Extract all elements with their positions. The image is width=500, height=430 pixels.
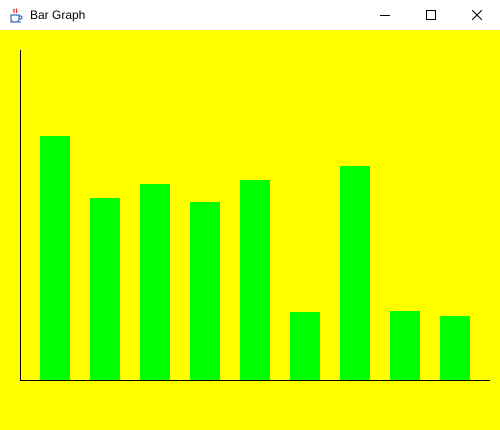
bar-9 [440, 316, 470, 380]
bar-7 [340, 166, 370, 380]
bar-2 [90, 198, 120, 380]
app-window: Bar Graph [0, 0, 500, 430]
close-icon [472, 10, 482, 20]
title-bar[interactable]: Bar Graph [0, 0, 500, 30]
java-cup-icon [10, 8, 23, 23]
close-button[interactable] [454, 0, 500, 30]
bar-4 [190, 202, 220, 380]
bar-3 [140, 184, 170, 380]
graph-panel [0, 30, 500, 430]
maximize-icon [426, 10, 436, 20]
bar-8 [390, 311, 420, 380]
minimize-icon [380, 15, 390, 16]
window-title: Bar Graph [30, 8, 86, 22]
bar-5 [240, 180, 270, 380]
bar-chart [20, 50, 490, 381]
bar-6 [290, 312, 320, 380]
bar-1 [40, 136, 70, 380]
minimize-button[interactable] [362, 0, 408, 30]
maximize-button[interactable] [408, 0, 454, 30]
